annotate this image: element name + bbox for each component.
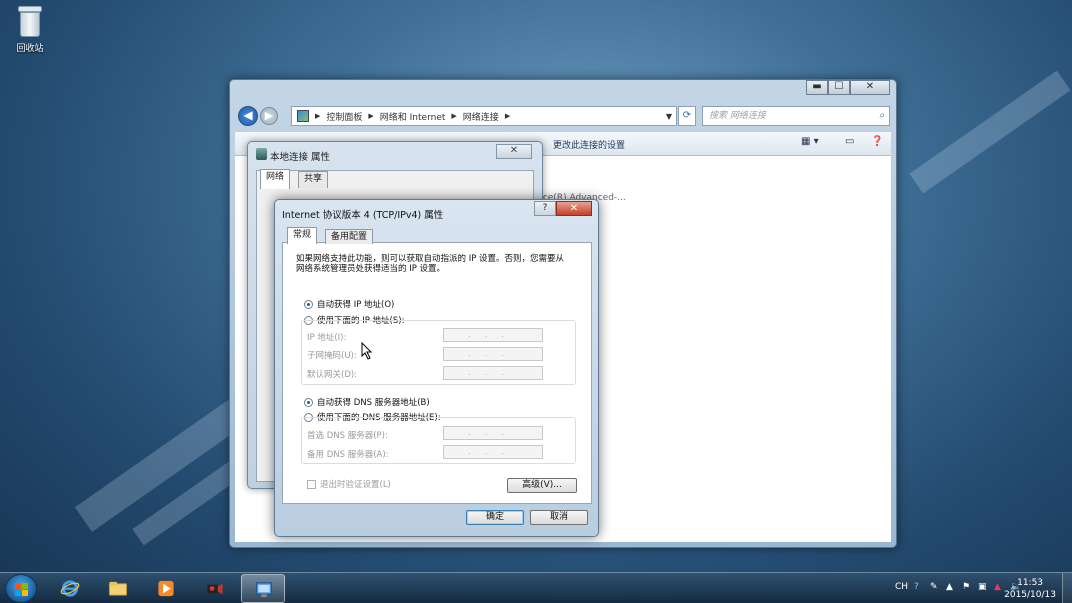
- search-icon[interactable]: ⌕: [879, 107, 885, 125]
- advanced-button[interactable]: 高级(V)...: [507, 478, 577, 493]
- search-placeholder: 搜索 网络连接: [709, 111, 766, 121]
- network-status-icon[interactable]: ▲: [994, 582, 1004, 592]
- ip-auto-label: 自动获得 IP 地址(O): [317, 300, 395, 310]
- show-desktop-button[interactable]: [1062, 573, 1072, 603]
- validate-checkbox[interactable]: 退出时验证设置(L): [307, 478, 391, 490]
- ip-address-field[interactable]: ...: [443, 328, 543, 342]
- search-input[interactable]: 搜索 网络连接 ⌕: [702, 106, 890, 126]
- taskbar-explorer[interactable]: [96, 574, 140, 603]
- system-tray: CH ? ✎ ▲ ⚑ ▣ ▲ 🔈: [895, 582, 1021, 592]
- gateway-label: 默认网关(D):: [307, 370, 358, 380]
- refresh-icon[interactable]: ⟳: [678, 106, 696, 126]
- internet-explorer-icon: [60, 580, 80, 597]
- recycle-bin[interactable]: 回收站: [8, 6, 52, 54]
- ip-address-label: IP 地址(I):: [307, 333, 347, 343]
- chevron-right-icon: ▶: [504, 112, 511, 120]
- recycle-bin-icon: [17, 6, 43, 38]
- subnet-mask-label: 子网掩码(U):: [307, 351, 357, 361]
- chevron-right-icon: ▶: [368, 112, 374, 120]
- checkbox-unchecked-icon: [307, 479, 316, 489]
- help-button[interactable]: ?: [534, 201, 556, 216]
- clock-time: 11:53: [1017, 578, 1044, 588]
- close-button[interactable]: ✕: [496, 144, 532, 159]
- tab-network[interactable]: 网络: [260, 169, 291, 189]
- pen-icon[interactable]: ✎: [930, 582, 940, 592]
- view-options-icon[interactable]: ▦ ▾: [801, 136, 819, 147]
- radio-selected-icon: [304, 397, 313, 407]
- tab-general[interactable]: 常规: [287, 227, 318, 244]
- tab-alternate-config[interactable]: 备用配置: [325, 229, 374, 244]
- wallpaper-streak: [909, 70, 1071, 194]
- chevron-up-icon[interactable]: ▲: [946, 582, 956, 592]
- close-button[interactable]: ✕: [556, 201, 592, 216]
- forward-button[interactable]: ▶: [260, 107, 278, 125]
- address-bar[interactable]: ▶ 控制面板 ▶ 网络和 Internet ▶ 网络连接 ▶ ▼: [291, 106, 677, 126]
- folder-icon: [108, 581, 128, 596]
- recycle-bin-label: 回收站: [16, 44, 44, 54]
- description-text: 如果网络支持此功能，则可以获取自动指派的 IP 设置。否则，您需要从网络系统管理…: [296, 254, 565, 274]
- action-center-icon[interactable]: ⚑: [962, 582, 972, 592]
- taskbar-network-connections[interactable]: [241, 574, 285, 603]
- clock-date: 2015/10/13: [1004, 590, 1056, 600]
- change-settings-link[interactable]: 更改此连接的设置: [553, 138, 625, 151]
- ok-button[interactable]: 确定: [466, 510, 524, 525]
- chevron-right-icon: ▶: [315, 112, 321, 120]
- chevron-down-icon[interactable]: ▼: [666, 112, 672, 121]
- tab-sharing[interactable]: 共享: [298, 171, 329, 188]
- breadcrumb-control-panel[interactable]: 控制面板: [326, 110, 362, 123]
- dialog-title: 本地连接 属性: [270, 152, 331, 163]
- camera-recorder-icon: [207, 583, 223, 595]
- clock[interactable]: 11:53 2015/10/13: [1004, 577, 1056, 601]
- taskbar-recorder[interactable]: [192, 574, 236, 603]
- preferred-dns-field[interactable]: ...: [443, 426, 543, 440]
- taskbar: CH ? ✎ ▲ ⚑ ▣ ▲ 🔈 11:53 2015/10/13: [0, 572, 1072, 603]
- maximize-button[interactable]: ☐: [828, 80, 850, 95]
- language-indicator[interactable]: CH: [895, 582, 908, 592]
- media-player-icon: [158, 580, 174, 597]
- close-button[interactable]: ✕: [850, 80, 890, 95]
- dialog-title: Internet 协议版本 4 (TCP/IPv4) 属性: [282, 210, 444, 221]
- back-button[interactable]: ◀: [238, 106, 258, 126]
- mouse-cursor-icon: [361, 342, 373, 360]
- preview-pane-icon[interactable]: ▭: [845, 136, 854, 147]
- power-icon[interactable]: ▣: [978, 582, 988, 592]
- help-icon[interactable]: ?: [914, 582, 924, 592]
- help-icon[interactable]: ❓: [871, 136, 883, 147]
- taskbar-media-player[interactable]: [144, 574, 188, 603]
- preferred-dns-label: 首选 DNS 服务器(P):: [307, 431, 388, 441]
- breadcrumb-network-connections[interactable]: 网络连接: [463, 110, 499, 123]
- taskbar-ie[interactable]: [48, 574, 92, 603]
- start-button[interactable]: [5, 574, 37, 603]
- dns-auto-radio[interactable]: 自动获得 DNS 服务器地址(B): [304, 396, 430, 408]
- network-connections-icon: [255, 582, 273, 598]
- gateway-field[interactable]: ...: [443, 366, 543, 380]
- validate-label: 退出时验证设置(L): [320, 480, 391, 490]
- chevron-right-icon: ▶: [451, 112, 457, 120]
- minimize-button[interactable]: ▬: [806, 80, 828, 95]
- subnet-mask-field[interactable]: ...: [443, 347, 543, 361]
- network-icon: [256, 148, 267, 160]
- ip-auto-radio[interactable]: 自动获得 IP 地址(O): [304, 298, 394, 310]
- window-controls: ▬ ☐ ✕: [806, 80, 890, 95]
- alternate-dns-field[interactable]: ...: [443, 445, 543, 459]
- radio-selected-icon: [304, 299, 313, 309]
- dns-auto-label: 自动获得 DNS 服务器地址(B): [317, 398, 430, 408]
- control-panel-icon: [297, 110, 309, 122]
- cancel-button[interactable]: 取消: [530, 510, 588, 525]
- alternate-dns-label: 备用 DNS 服务器(A):: [307, 450, 389, 460]
- breadcrumb-network-internet[interactable]: 网络和 Internet: [380, 110, 446, 123]
